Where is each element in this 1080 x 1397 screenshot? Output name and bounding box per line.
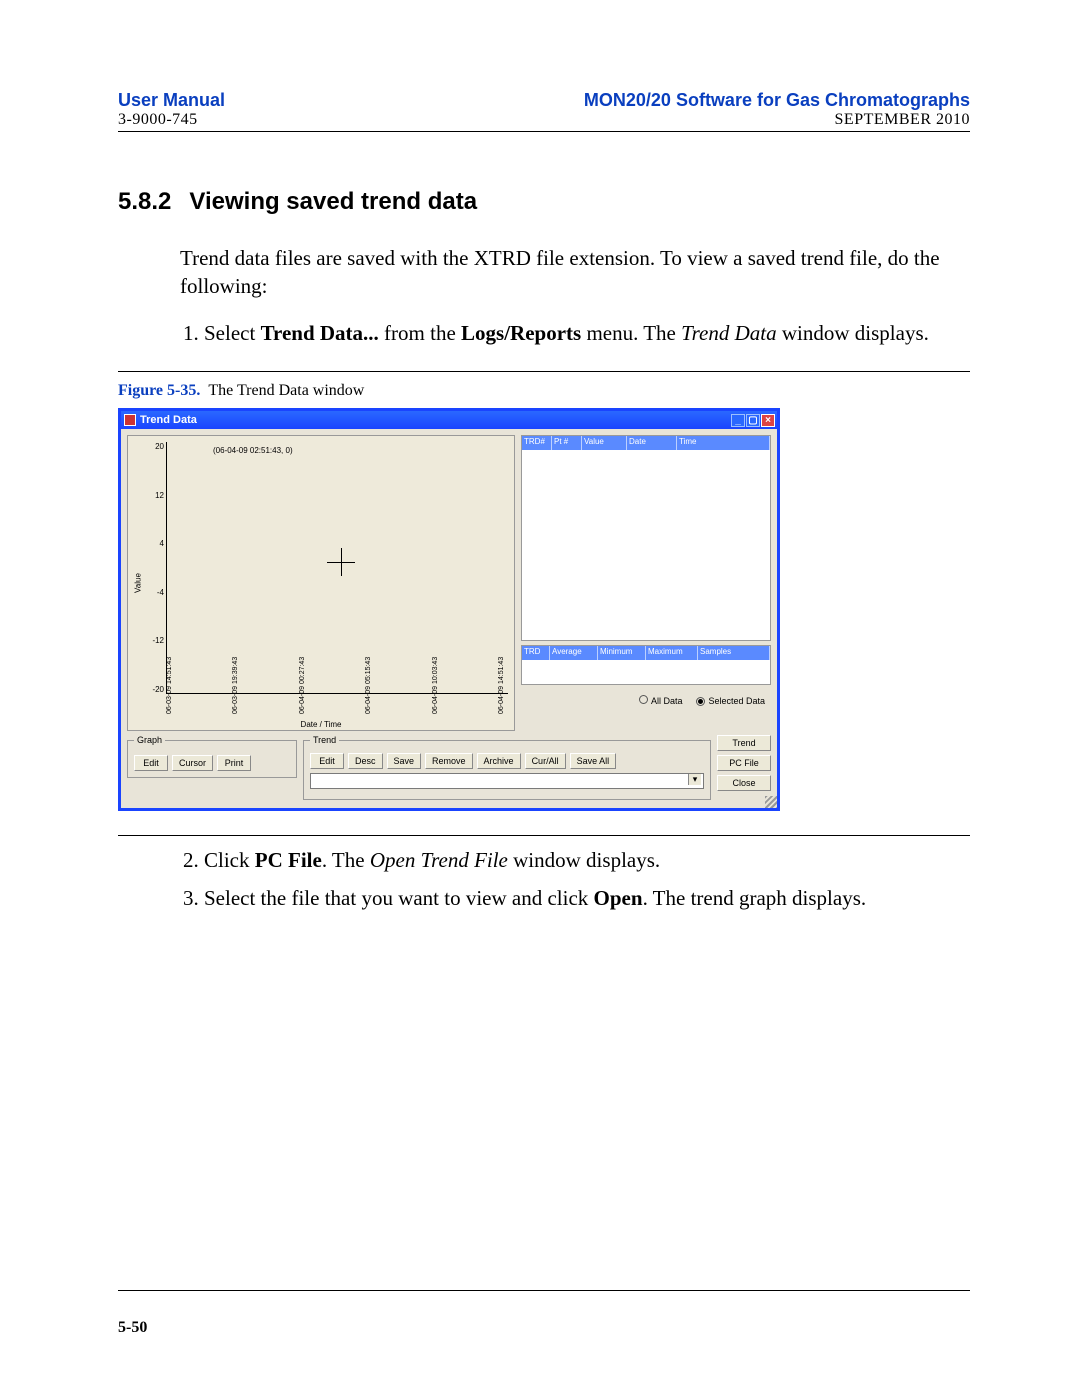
window-title: Trend Data bbox=[140, 414, 731, 426]
window-titlebar[interactable]: Trend Data _ ▢ × bbox=[121, 411, 777, 429]
step-1: Select Trend Data... from the Logs/Repor… bbox=[204, 319, 970, 347]
stats-table[interactable]: TRD Average Minimum Maximum Samples bbox=[521, 645, 771, 685]
section-heading: 5.8.2 Viewing saved trend data bbox=[118, 188, 970, 216]
trend-saveall-button[interactable]: Save All bbox=[570, 753, 617, 769]
header-right-title: MON20/20 Software for Gas Chromatographs bbox=[584, 90, 970, 111]
page-header: User Manual 3-9000-745 MON20/20 Software… bbox=[118, 90, 970, 132]
trend-plot[interactable]: Value 20 12 4 -4 -12 -20 (06-04-09 02:51… bbox=[127, 435, 515, 731]
step-2: Click PC File. The Open Trend File windo… bbox=[204, 846, 970, 874]
trend-group: Trend Edit Desc Save Remove Archive Cur/… bbox=[303, 735, 711, 800]
graph-legend: Graph bbox=[134, 735, 165, 745]
app-icon bbox=[124, 414, 136, 426]
maximize-button[interactable]: ▢ bbox=[746, 414, 760, 427]
y-axis-label: Value bbox=[133, 573, 142, 593]
intro-paragraph: Trend data files are saved with the XTRD… bbox=[180, 244, 970, 301]
header-left-title: User Manual bbox=[118, 90, 225, 111]
trend-button[interactable]: Trend bbox=[717, 735, 771, 751]
trend-desc-button[interactable]: Desc bbox=[348, 753, 383, 769]
graph-group: Graph Edit Cursor Print bbox=[127, 735, 297, 778]
trend-legend: Trend bbox=[310, 735, 339, 745]
cursor-crosshair-v bbox=[341, 548, 342, 576]
y-axis-ticks: 20 12 4 -4 -12 -20 bbox=[146, 442, 164, 694]
page-number: 5-50 bbox=[118, 1319, 147, 1336]
resize-grip-icon[interactable] bbox=[765, 796, 777, 808]
step-3: Select the file that you want to view an… bbox=[204, 884, 970, 912]
x-axis-ticks: 06-03-09 14:51:43 06-03-09 19:39:43 06-0… bbox=[166, 694, 508, 718]
radio-all-data[interactable]: All Data bbox=[639, 695, 683, 706]
x-axis-label: Date / Time bbox=[301, 720, 342, 729]
trend-data-window: Trend Data _ ▢ × Value 20 12 4 bbox=[118, 408, 780, 811]
graph-edit-button[interactable]: Edit bbox=[134, 755, 168, 771]
trend-select-combo[interactable] bbox=[310, 773, 704, 789]
close-dialog-button[interactable]: Close bbox=[717, 775, 771, 791]
trend-edit-button[interactable]: Edit bbox=[310, 753, 344, 769]
figure-caption: Figure 5-35. The Trend Data window bbox=[118, 382, 970, 400]
minimize-button[interactable]: _ bbox=[731, 414, 745, 427]
pc-file-button[interactable]: PC File bbox=[717, 755, 771, 771]
graph-cursor-button[interactable]: Cursor bbox=[172, 755, 213, 771]
cursor-tooltip: (06-04-09 02:51:43, 0) bbox=[213, 446, 293, 455]
section-title: Viewing saved trend data bbox=[189, 188, 477, 216]
trend-archive-button[interactable]: Archive bbox=[477, 753, 521, 769]
header-left-sub: 3-9000-745 bbox=[118, 111, 225, 129]
section-number: 5.8.2 bbox=[118, 188, 171, 216]
plot-area[interactable]: (06-04-09 02:51:43, 0) bbox=[166, 442, 508, 694]
close-button[interactable]: × bbox=[761, 414, 775, 427]
table2-header: TRD Average Minimum Maximum Samples bbox=[522, 646, 770, 660]
trend-curall-button[interactable]: Cur/All bbox=[525, 753, 566, 769]
radio-selected-data[interactable]: Selected Data bbox=[696, 696, 765, 706]
data-scope-radios: All Data Selected Data bbox=[521, 689, 771, 706]
header-right-sub: SEPTEMBER 2010 bbox=[584, 111, 970, 129]
rule-above-figure bbox=[118, 371, 970, 372]
table1-header: TRD# Pt # Value Date Time bbox=[522, 436, 770, 450]
page-footer: 5-50 bbox=[118, 1290, 970, 1337]
data-points-table[interactable]: TRD# Pt # Value Date Time bbox=[521, 435, 771, 641]
graph-print-button[interactable]: Print bbox=[217, 755, 251, 771]
rule-below-figure bbox=[118, 835, 970, 836]
trend-save-button[interactable]: Save bbox=[387, 753, 422, 769]
trend-remove-button[interactable]: Remove bbox=[425, 753, 473, 769]
